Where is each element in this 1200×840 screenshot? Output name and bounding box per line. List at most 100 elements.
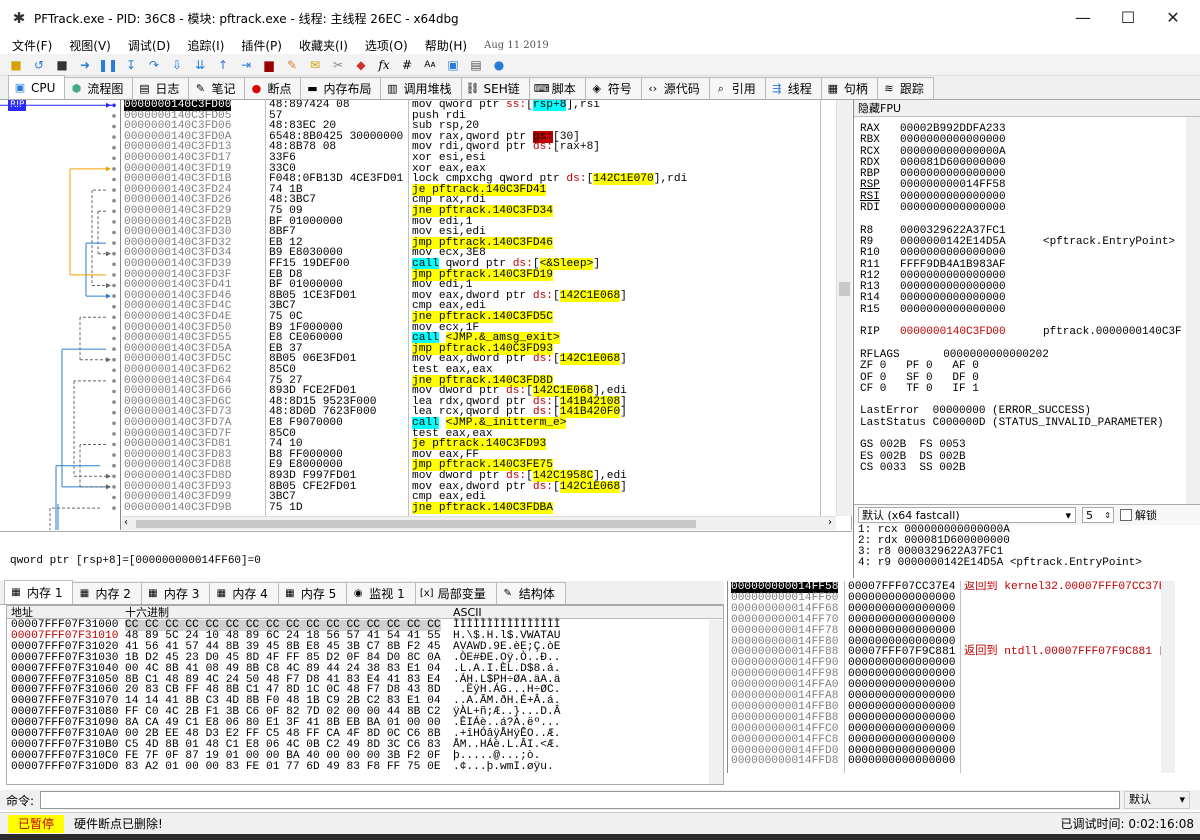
register-row[interactable]: R15 0000000000000000	[860, 304, 1198, 316]
segment-row[interactable]: GS 002B FS 0053	[860, 440, 1198, 452]
breakpoint-dot[interactable]	[112, 273, 116, 277]
trace-into-icon[interactable]: ⇩	[169, 57, 185, 73]
dump-tab[interactable]: [x] 局部变量	[414, 582, 497, 604]
run-icon[interactable]: ➜	[77, 57, 93, 73]
command-input[interactable]	[40, 791, 1121, 809]
dump-tab[interactable]: ✎ 结构体	[495, 582, 566, 604]
breakpoint-dot[interactable]	[112, 347, 116, 351]
tab-references[interactable]: ⌕ 引用	[708, 77, 766, 99]
breakpoint-dot[interactable]	[112, 220, 116, 224]
pause-icon[interactable]: ❚❚	[98, 57, 118, 73]
tab-seh[interactable]: ⛓ SEH链	[460, 77, 530, 99]
breakpoint-dot[interactable]	[112, 209, 116, 214]
segment-row[interactable]: CS 0033 SS 002B	[860, 462, 1198, 474]
breakpoint-dot[interactable]	[112, 453, 116, 457]
disasm-row[interactable]: 0000000140C3FD17 33F6 xor esi,esi	[122, 153, 836, 164]
menu-trace[interactable]: 追踪(I)	[187, 37, 224, 54]
labels-icon[interactable]: ✂	[330, 57, 346, 73]
tab-graph[interactable]: ⬢ 流程图	[64, 77, 134, 99]
breakpoint-dot[interactable]	[112, 336, 116, 341]
breakpoint-dot[interactable]	[112, 103, 116, 108]
dump-tab[interactable]: ▦ 内存 4	[209, 582, 279, 604]
menu-debug[interactable]: 调试(D)	[128, 37, 171, 54]
scroll-right-icon[interactable]: ›	[828, 517, 832, 528]
argument-row[interactable]: 4: r9 0000000142E14D5A <pftrack.EntryPoi…	[858, 558, 1200, 569]
disasm-row[interactable]: 0000000140C3FD7A E8 F9070000 call <JMP.&_i…	[122, 417, 836, 429]
breakpoint-dot[interactable]	[112, 167, 116, 171]
run-to-user-code-icon[interactable]: ⇥	[238, 57, 254, 73]
breakpoint-dot[interactable]	[112, 474, 116, 479]
register-row[interactable]	[860, 214, 1198, 225]
breakpoint-dot[interactable]	[112, 251, 116, 256]
tab-breakpoint[interactable]: ● 断点	[244, 77, 302, 99]
registers-scrollbar[interactable]	[1186, 117, 1200, 504]
breakpoint-dot[interactable]	[112, 432, 116, 436]
tab-symbols[interactable]: ◈ 符号	[584, 77, 642, 99]
breakpoint-dot[interactable]	[112, 156, 116, 161]
breakpoint-dot[interactable]	[112, 304, 116, 309]
disasm-row[interactable]: 0000000140C3FD4E 75 0C jne pftrack.140C3FD…	[122, 311, 836, 323]
flags-row[interactable]: ZF 0 PF 0 AF 0	[860, 360, 1198, 372]
breakpoint-dot[interactable]	[112, 442, 116, 447]
dump-scrollbar[interactable]	[709, 620, 723, 784]
breakpoint-dot[interactable]	[112, 463, 116, 468]
tab-cpu[interactable]: ▣ CPU	[8, 75, 66, 99]
variables-icon[interactable]: #	[399, 57, 415, 73]
calculator-icon[interactable]: ▤	[468, 57, 484, 73]
command-mode-select[interactable]: 默认 ▾	[1124, 791, 1191, 809]
dump-tab[interactable]: ▦ 内存 1	[4, 580, 74, 604]
breakpoint-dot[interactable]	[112, 124, 116, 129]
dump-tab[interactable]: ◉ 监视 1	[346, 582, 416, 604]
breakpoint-dot[interactable]	[112, 294, 116, 298]
breakpoint-dot[interactable]	[112, 421, 116, 426]
open-folder-icon[interactable]: ■	[8, 57, 24, 73]
register-row[interactable]: R10 0000000000000000	[860, 247, 1198, 259]
breakpoint-dot[interactable]	[112, 506, 116, 510]
breakpoint-dot[interactable]	[112, 326, 116, 330]
scroll-left-icon[interactable]: ‹	[124, 517, 128, 528]
stack-row[interactable]: 000000000014FFC8 0000000000000000	[728, 734, 1175, 746]
register-row[interactable]: RBX 0000000000000000	[860, 134, 1198, 146]
dump-row[interactable]: 00007FFF07F31040 00 4C 8B 41 08 49 8B C8 …	[7, 663, 707, 675]
maximize-button[interactable]: ☐	[1105, 0, 1151, 36]
tab-callstack[interactable]: ▥ 调用堆栈	[380, 77, 462, 99]
menu-options[interactable]: 选项(O)	[365, 37, 408, 54]
breakpoint-dot[interactable]	[112, 379, 116, 383]
breakpoint-dot[interactable]	[112, 357, 116, 362]
menu-plugins[interactable]: 插件(P)	[241, 37, 282, 54]
step-into-icon[interactable]: ↧	[123, 57, 139, 73]
minimize-button[interactable]: —	[1060, 0, 1106, 36]
help-icon[interactable]: ●	[491, 57, 507, 73]
tab-log[interactable]: ▤ 日志	[132, 77, 190, 99]
disasm-horizontal-scrollbar[interactable]: ‹ ›	[122, 516, 836, 530]
tab-notes[interactable]: ✎ 笔记	[188, 77, 246, 99]
unlock-checkbox[interactable]	[1120, 509, 1132, 521]
scylla-icon[interactable]: ▆	[261, 57, 277, 73]
tab-threads[interactable]: ⇶ 线程	[764, 77, 822, 99]
dump-tab[interactable]: ▦ 内存 3	[140, 582, 211, 604]
menu-help[interactable]: 帮助(H)	[425, 37, 467, 54]
breakpoint-dot[interactable]	[112, 188, 116, 192]
breakpoint-dot[interactable]	[112, 114, 116, 118]
disasm-row[interactable]: 0000000140C3FD8D 893D F997FD01 mov dword p…	[122, 470, 836, 482]
stack-row[interactable]: 000000000014FF70 0000000000000000	[728, 614, 1175, 626]
disasm-row[interactable]: 0000000140C3FD00 48:897424 08 mov qword pt…	[122, 100, 836, 111]
breakpoint-dot[interactable]	[112, 485, 116, 489]
breakpoint-dot[interactable]	[112, 368, 116, 373]
breakpoint-dot[interactable]	[112, 241, 116, 245]
disasm-row[interactable]: 0000000140C3FD62 85C0 test eax,eax	[122, 365, 836, 376]
tab-script[interactable]: ⌨ 脚本	[528, 77, 586, 99]
breakpoint-dot[interactable]	[112, 400, 116, 404]
calling-convention-select[interactable]: 默认 (x64 fastcall) ▾	[858, 507, 1076, 523]
breakpoint-dot[interactable]	[112, 283, 116, 288]
bookmarks-icon[interactable]: ◆	[353, 57, 369, 73]
patch-icon[interactable]: ✎	[284, 57, 300, 73]
flags-row[interactable]: CF 0 TF 0 IF 1	[860, 383, 1198, 395]
breakpoint-dot[interactable]	[112, 262, 116, 267]
breakpoint-dot[interactable]	[112, 410, 116, 415]
stack-scrollbar[interactable]	[1161, 581, 1175, 773]
breakpoint-dot[interactable]	[112, 315, 116, 320]
menu-favourites[interactable]: 收藏夹(I)	[299, 37, 348, 54]
restart-icon[interactable]: ↺	[31, 57, 47, 73]
register-row[interactable]: RIP 0000000140C3FD00 pftrack.0000000140C3F	[860, 327, 1198, 339]
